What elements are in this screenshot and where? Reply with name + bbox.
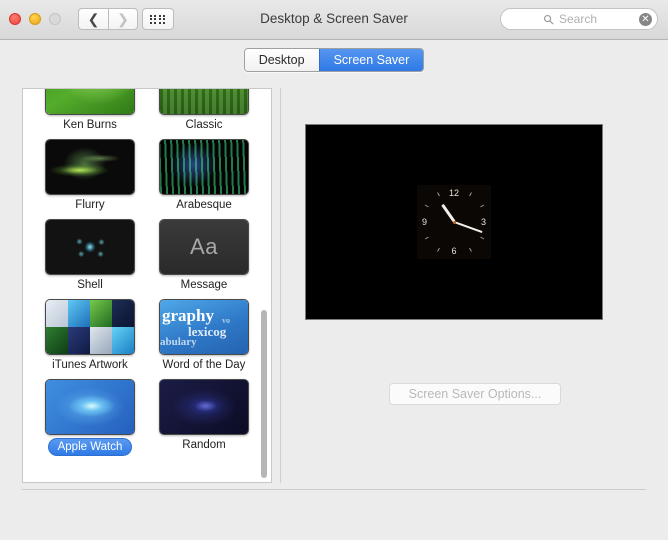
screensaver-label: Message bbox=[180, 279, 228, 291]
apple-watch-art-icon bbox=[46, 380, 134, 434]
list-scrollbar[interactable] bbox=[260, 92, 268, 481]
list-item[interactable]: iTunes Artwork bbox=[36, 299, 144, 372]
clock-numeral-12: 12 bbox=[448, 188, 460, 198]
tab-bar: Desktop Screen Saver bbox=[0, 40, 668, 80]
screensaver-label: Arabesque bbox=[176, 199, 232, 211]
search-input[interactable]: Search bbox=[559, 12, 597, 26]
screensaver-label: iTunes Artwork bbox=[52, 359, 128, 371]
list-item[interactable]: Random bbox=[150, 379, 258, 456]
screensaver-thumbnail[interactable] bbox=[45, 379, 135, 435]
screensaver-thumbnail[interactable] bbox=[159, 89, 249, 115]
tab-screen-saver[interactable]: Screen Saver bbox=[318, 49, 424, 71]
shell-art-icon bbox=[46, 220, 134, 274]
list-item[interactable]: Ken Burns bbox=[36, 89, 144, 132]
screensaver-thumbnail[interactable] bbox=[159, 379, 249, 435]
tab-desktop[interactable]: Desktop bbox=[244, 49, 319, 71]
list-item[interactable]: Classic bbox=[150, 89, 258, 132]
clock-numeral-9: 9 bbox=[422, 217, 428, 227]
list-item[interactable]: Aa Message bbox=[150, 219, 258, 292]
clock-numeral-6: 6 bbox=[451, 246, 457, 256]
screensaver-preview[interactable]: 12 3 6 9 bbox=[305, 124, 603, 320]
scrollbar-thumb[interactable] bbox=[261, 310, 267, 478]
screen-saver-options-button: Screen Saver Options... bbox=[389, 383, 561, 405]
screensaver-thumbnail[interactable] bbox=[45, 299, 135, 355]
list-item[interactable]: Shell bbox=[36, 219, 144, 292]
message-art-text: Aa bbox=[190, 234, 218, 259]
list-item[interactable]: Arabesque bbox=[150, 139, 258, 212]
screensaver-thumbnail[interactable]: graphy lexicog abulary vo bbox=[159, 299, 249, 355]
screensaver-thumbnail[interactable] bbox=[159, 139, 249, 195]
arabesque-art-icon bbox=[160, 140, 248, 194]
word-of-the-day-art-icon: graphy lexicog abulary vo bbox=[160, 300, 248, 354]
bottom-divider bbox=[22, 489, 646, 490]
screensaver-label: Word of the Day bbox=[162, 359, 246, 371]
screensaver-label: Ken Burns bbox=[63, 119, 117, 131]
clock-hour-hand bbox=[440, 204, 456, 223]
bottom-bar: Start after: 20 Minutes ▲ ▼ Show with cl… bbox=[0, 492, 668, 540]
tab-group: Desktop Screen Saver bbox=[243, 48, 425, 72]
main-content: Ken Burns Classic Flurry Arabesque Shell… bbox=[22, 88, 646, 488]
list-item[interactable]: Flurry bbox=[36, 139, 144, 212]
clear-circle-icon[interactable]: ✕ bbox=[639, 13, 652, 26]
screensaver-thumbnail[interactable] bbox=[45, 89, 135, 115]
desktop-screensaver-window: ❮ ❯ Desktop & Screen Saver Search ✕ Desk… bbox=[0, 0, 668, 540]
screensaver-list[interactable]: Ken Burns Classic Flurry Arabesque Shell… bbox=[22, 88, 272, 483]
classic-art-icon bbox=[160, 89, 248, 114]
clock-center-pin bbox=[452, 220, 456, 224]
flurry-art-icon bbox=[46, 140, 134, 194]
clock-face-icon: 12 3 6 9 bbox=[417, 185, 491, 259]
screensaver-thumbnail[interactable] bbox=[45, 139, 135, 195]
list-item-apple-watch[interactable]: Apple Watch bbox=[36, 379, 144, 456]
screensaver-label: Random bbox=[182, 439, 226, 451]
screensaver-label: Classic bbox=[185, 119, 223, 131]
random-art-icon bbox=[160, 380, 248, 434]
screensaver-thumbnail[interactable] bbox=[45, 219, 135, 275]
window-titlebar: ❮ ❯ Desktop & Screen Saver Search ✕ bbox=[0, 0, 668, 40]
search-icon bbox=[543, 14, 554, 25]
kenburns-art-icon bbox=[46, 89, 134, 114]
list-item[interactable]: graphy lexicog abulary vo Word of the Da… bbox=[150, 299, 258, 372]
screensaver-grid: Ken Burns Classic Flurry Arabesque Shell… bbox=[23, 89, 271, 466]
screensaver-label: Flurry bbox=[75, 199, 105, 211]
message-art-icon: Aa bbox=[160, 220, 248, 274]
screensaver-label-selected: Apple Watch bbox=[47, 438, 133, 456]
screensaver-thumbnail[interactable]: Aa bbox=[159, 219, 249, 275]
preview-pane: 12 3 6 9 Screen Saver Options... bbox=[280, 88, 646, 483]
search-field[interactable]: Search ✕ bbox=[500, 8, 658, 30]
clock-numeral-3: 3 bbox=[480, 217, 486, 227]
itunes-artwork-art-icon bbox=[46, 300, 134, 354]
screensaver-label: Shell bbox=[77, 279, 103, 291]
